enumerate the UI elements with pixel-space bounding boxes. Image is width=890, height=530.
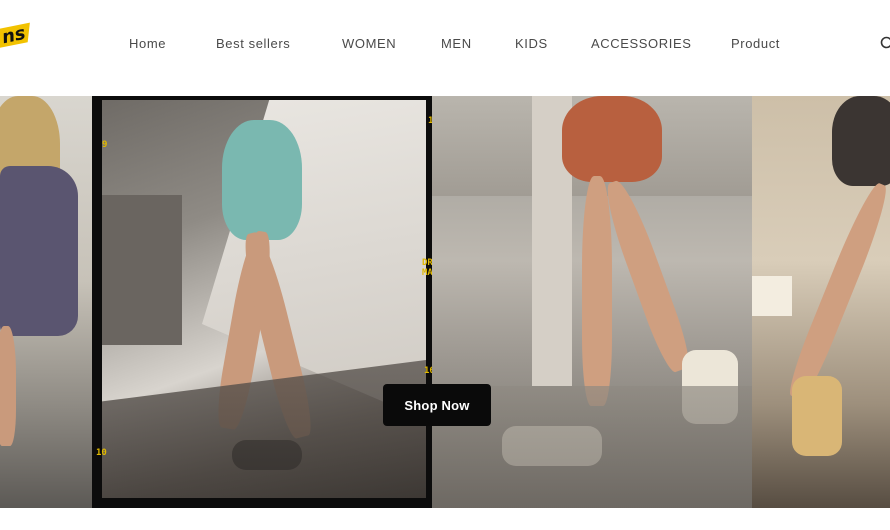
nav-product[interactable]: Product	[731, 36, 780, 51]
hero-image-4	[752, 96, 890, 508]
nav-women[interactable]: WOMEN	[342, 36, 396, 51]
figure-leg-left	[582, 176, 612, 406]
hero-image-2: 9 16 DR. MA 16 10	[92, 96, 438, 508]
figure-skirt	[0, 166, 78, 336]
figure-dress	[222, 120, 302, 240]
film-mark-1: 9	[102, 140, 108, 150]
nav-accessories[interactable]: ACCESSORIES	[591, 36, 692, 51]
main-nav: Home Best sellers WOMEN MEN KIDS ACCESSO…	[0, 36, 890, 56]
pavement	[102, 360, 426, 498]
hero-image-3	[432, 96, 754, 508]
site-header: ns Home Best sellers WOMEN MEN KIDS ACCE…	[0, 0, 890, 96]
photo-frame	[102, 100, 426, 498]
window-light	[752, 276, 792, 316]
sandal-tan	[792, 376, 842, 456]
figure-leg	[0, 326, 16, 446]
page-bottom	[0, 508, 890, 530]
hero-banner: 9 16 DR. MA 16 10 Shop Now	[0, 96, 890, 508]
nav-best-sellers[interactable]: Best sellers	[216, 36, 290, 51]
garage-door	[102, 195, 182, 345]
shop-now-button[interactable]: Shop Now	[383, 384, 491, 426]
figure-dress	[832, 96, 890, 186]
nav-home[interactable]: Home	[129, 36, 166, 51]
figure-leg	[783, 179, 890, 403]
nav-men[interactable]: MEN	[441, 36, 472, 51]
figure-leg-right	[598, 176, 696, 376]
film-mark-5: 10	[96, 448, 107, 458]
search-icon[interactable]	[880, 36, 890, 52]
figure-shorts	[562, 96, 662, 182]
nav-kids[interactable]: KIDS	[515, 36, 548, 51]
